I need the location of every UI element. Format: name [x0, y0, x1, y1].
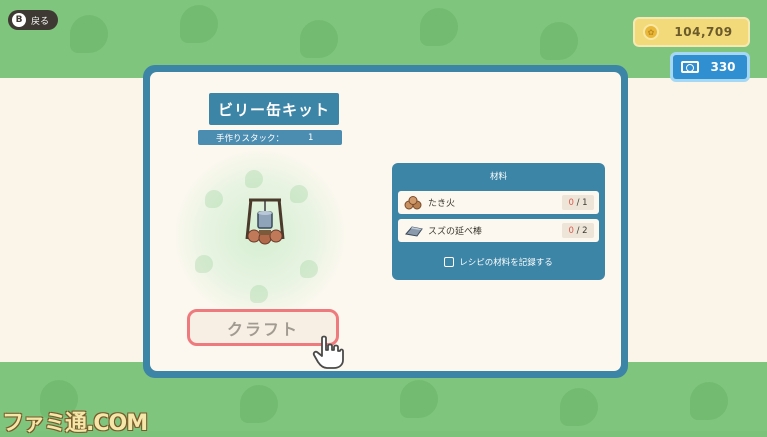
coin-icon: ✿ [643, 24, 659, 40]
leaf-pattern-decoration [420, 8, 458, 46]
material-count: 0 / 2 [562, 223, 594, 238]
crafting-panel: ビリー缶キット 手作りスタック： 1 クラフト 材料 たき火 0 / 1 スズの… [143, 65, 628, 378]
stack-label: 手作りスタック： [216, 133, 285, 144]
glow-leaf-decoration [300, 260, 318, 278]
record-recipe-toggle[interactable]: レシピの材料を記録する [392, 256, 605, 268]
recipe-title: ビリー缶キット [209, 93, 339, 125]
materials-header: 材料 [489, 172, 507, 182]
bells-counter: ✿ 104,709 [633, 17, 750, 47]
material-row: たき火 0 / 1 [398, 191, 599, 214]
glow-leaf-decoration [250, 285, 268, 303]
material-have: 0 [568, 225, 574, 236]
leaf-pattern-decoration [690, 382, 728, 420]
b-button-icon: B [12, 13, 26, 27]
leaf-pattern-decoration [540, 22, 578, 60]
tin-nugget-icon [405, 225, 423, 237]
material-have: 0 [568, 197, 574, 208]
bells-value: 104,709 [674, 25, 733, 39]
material-name: たき火 [428, 199, 456, 209]
hand-cursor-icon [312, 335, 344, 369]
firewood-icon [404, 195, 422, 209]
stack-value: 1 [308, 132, 314, 143]
glow-leaf-decoration [205, 190, 223, 208]
checkbox-icon[interactable] [444, 257, 455, 267]
material-need: / 1 [576, 197, 588, 208]
material-name: スズの延べ棒 [428, 227, 483, 237]
leaf-pattern-decoration [560, 388, 598, 426]
material-count: 0 / 1 [562, 195, 594, 210]
record-label: レシピの材料を記録する [459, 258, 553, 268]
material-row: スズの延べ棒 0 / 2 [398, 219, 599, 242]
glow-leaf-decoration [195, 255, 213, 273]
material-need: / 2 [576, 225, 588, 236]
crafting-panel-inner: ビリー缶キット 手作りスタック： 1 クラフト 材料 たき火 0 / 1 スズの… [150, 72, 621, 371]
back-label: 戻る [31, 16, 50, 27]
site-watermark: ファミ通.COM [2, 411, 148, 436]
miles-value: 330 [710, 60, 736, 74]
leaf-pattern-decoration [70, 15, 108, 53]
glow-leaf-decoration [245, 170, 263, 188]
miles-counter: 330 [670, 52, 750, 82]
leaf-pattern-decoration [400, 380, 438, 418]
leaf-pattern-decoration [180, 5, 218, 43]
ticket-icon [681, 61, 699, 73]
billy-can-kit-icon [245, 198, 285, 245]
materials-panel: 材料 たき火 0 / 1 スズの延べ棒 0 / 2 レシピの材料を記録する [392, 163, 605, 280]
back-button[interactable]: B 戻る [8, 10, 58, 30]
glow-leaf-decoration [290, 185, 308, 203]
stack-info-bar: 手作りスタック： 1 [198, 130, 342, 145]
leaf-pattern-decoration [300, 20, 338, 58]
leaf-pattern-decoration [240, 385, 278, 423]
